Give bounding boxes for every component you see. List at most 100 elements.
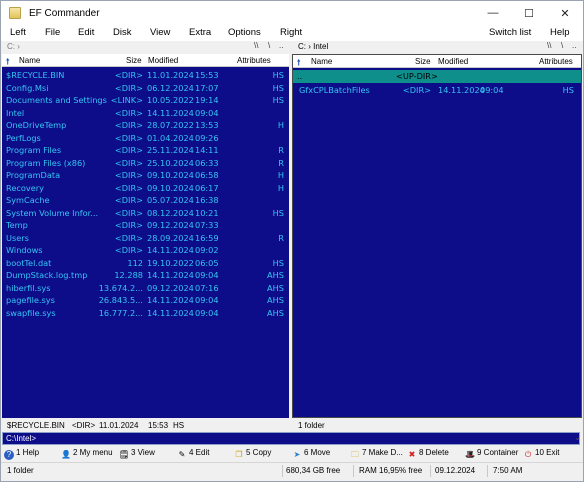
menu-disk[interactable]: Disk xyxy=(113,27,131,38)
file-row[interactable]: Config.Msi <DIR> 06.12.2024 17:07 HS xyxy=(2,82,289,95)
file-time: 15:53 xyxy=(195,70,219,80)
file-attributes: AHS xyxy=(267,295,284,305)
right-backslash-button[interactable]: \ xyxy=(561,41,563,50)
right-path-bar: C: › Intel \\ \ .. xyxy=(292,41,583,53)
info-attr: HS xyxy=(173,421,185,430)
file-row[interactable]: ProgramData <DIR> 09.10.2024 06:58 H xyxy=(2,169,289,182)
file-attributes: R xyxy=(278,157,284,168)
right-info-line: 1 folder xyxy=(292,420,583,432)
file-row[interactable]: Recovery <DIR> 09.10.2024 06:17 H xyxy=(2,182,289,195)
right-parent-button[interactable]: .. xyxy=(572,41,576,50)
file-size: <DIR> xyxy=(114,132,143,143)
menu-extra[interactable]: Extra xyxy=(189,27,211,38)
menu-help[interactable]: Help xyxy=(550,27,570,38)
file-row[interactable]: GfxCPLBatchFiles <DIR> 14.11.2024 09:04 HS xyxy=(293,84,581,97)
menu-file[interactable]: File xyxy=(45,27,60,38)
right-file-panel[interactable]: 🠕 Name Size Modified Attributes .. <UP-D… xyxy=(292,54,582,418)
menu-edit[interactable]: Edit xyxy=(78,27,94,38)
updir-row[interactable]: .. <UP-DIR> xyxy=(293,70,581,83)
f6-move-button[interactable]: ➤ 6 Move xyxy=(292,448,331,460)
file-row[interactable]: bootTel.dat 112 19.10.2022 06:05 HS xyxy=(2,257,289,270)
maximize-button[interactable]: ☐ xyxy=(511,1,547,25)
left-path[interactable]: C: › xyxy=(7,42,20,51)
file-name: Intel xyxy=(6,107,25,118)
command-line-input[interactable]: C:\Intel> xyxy=(2,432,580,445)
sort-up-icon[interactable]: 🠕 xyxy=(297,57,300,71)
f3-view-button[interactable]: 🗒 3 View xyxy=(119,448,155,460)
file-row[interactable]: Temp <DIR> 09.12.2024 07:33 xyxy=(2,219,289,232)
file-row[interactable]: Users <DIR> 28.09.2024 16:59 R xyxy=(2,232,289,245)
file-name: Recovery xyxy=(6,182,44,193)
menu-options[interactable]: Options xyxy=(228,27,261,38)
file-row[interactable]: OneDriveTemp <DIR> 28.07.2022 13:53 H xyxy=(2,119,289,132)
f10-exit-button[interactable]: ⏻ 10 Exit xyxy=(523,448,560,460)
f2-my-menu-button[interactable]: 👤 2 My menu xyxy=(61,448,113,460)
file-time: 06:33 xyxy=(195,157,219,168)
file-name: ProgramData xyxy=(6,170,61,180)
file-row[interactable]: pagefile.sys 26.843.5... 14.11.2024 09:04 AH… xyxy=(2,294,289,307)
menu-switch-list[interactable]: Switch list xyxy=(489,27,531,38)
right-root-button[interactable]: \\ xyxy=(547,41,551,50)
title-bar: EF Commander — ☐ ✕ xyxy=(1,1,583,25)
right-path[interactable]: C: › Intel xyxy=(298,42,328,51)
close-button[interactable]: ✕ xyxy=(547,1,583,25)
file-row[interactable]: Documents and Settings <LINK> 10.05.2022 19… xyxy=(2,94,289,107)
file-row[interactable]: System Volume Infor... <DIR> 08.12.2024 10:… xyxy=(2,207,289,220)
sort-up-icon[interactable]: 🠕 xyxy=(6,56,9,70)
command-history-chevron-icon[interactable]: ⌄ xyxy=(574,433,581,442)
file-row[interactable]: SymCache <DIR> 05.07.2024 16:38 xyxy=(2,194,289,207)
file-row[interactable]: hiberfil.sys 13.674.2... 09.12.2024 07:16 AH… xyxy=(2,282,289,295)
file-date: 14.11.2024 xyxy=(147,245,194,255)
left-file-panel[interactable]: 🠕 Name Size Modified Attributes $RECYCLE… xyxy=(2,54,289,418)
f7-make-dir-button[interactable]: 🗀 7 Make D... xyxy=(350,448,403,460)
help-icon: ? xyxy=(4,450,14,460)
file-row[interactable]: $RECYCLE.BIN <DIR> 11.01.2024 15:53 HS xyxy=(2,69,289,82)
info-size: <DIR> xyxy=(72,421,96,430)
file-time: 06:05 xyxy=(195,257,219,268)
menu-right[interactable]: Right xyxy=(280,27,302,38)
status-ram: RAM 16,95% free xyxy=(359,466,423,475)
column-attributes[interactable]: Attributes xyxy=(237,56,271,65)
file-row[interactable]: DumpStack.log.tmp 12.288 14.11.2024 09:04 AH… xyxy=(2,269,289,282)
column-name[interactable]: Name xyxy=(19,56,40,65)
menu-left[interactable]: Left xyxy=(10,27,26,38)
file-row[interactable]: Intel <DIR> 14.11.2024 09:04 xyxy=(2,107,289,120)
column-attributes[interactable]: Attributes xyxy=(539,57,573,66)
file-row[interactable]: Program Files (x86) <DIR> 25.10.2024 06:33 R xyxy=(2,157,289,170)
right-info-text: 1 folder xyxy=(298,421,325,430)
column-modified[interactable]: Modified xyxy=(438,57,468,66)
ef-commander-window: EF Commander — ☐ ✕ Left File Edit Disk V… xyxy=(0,0,584,482)
file-row[interactable]: Program Files <DIR> 25.11.2024 14:11 R xyxy=(2,144,289,157)
left-path-bar: C: › \\ \ .. xyxy=(1,41,290,53)
file-size: <DIR> xyxy=(114,120,143,130)
status-separator xyxy=(430,465,431,477)
left-backslash-button[interactable]: \ xyxy=(268,41,270,50)
left-parent-button[interactable]: .. xyxy=(279,41,283,50)
file-size: <DIR> xyxy=(114,232,143,243)
minimize-button[interactable]: — xyxy=(475,1,511,25)
f4-edit-button[interactable]: ✎ 4 Edit xyxy=(177,448,210,460)
file-name: Program Files (x86) xyxy=(6,157,86,168)
f5-copy-button[interactable]: ❐ 5 Copy xyxy=(234,448,271,460)
menu-view[interactable]: View xyxy=(150,27,170,38)
file-row[interactable]: swapfile.sys 16.777.2... 14.11.2024 09:04 AH… xyxy=(2,307,289,320)
file-time: 09:04 xyxy=(195,107,219,118)
column-size[interactable]: Size xyxy=(415,57,431,66)
file-size: 12.288 xyxy=(114,270,143,280)
file-size: <DIR> xyxy=(114,107,143,118)
file-date: 14.11.2024 xyxy=(147,270,194,280)
right-panel-header: 🠕 Name Size Modified Attributes xyxy=(293,55,581,68)
f8-delete-button[interactable]: ✖ 8 Delete xyxy=(407,448,449,460)
f1-help-button[interactable]: ? 1 Help xyxy=(4,448,39,460)
column-size[interactable]: Size xyxy=(126,56,142,65)
file-date: 05.07.2024 xyxy=(147,195,194,205)
file-time: 09:04 xyxy=(480,84,504,95)
file-attributes: HS xyxy=(272,82,284,93)
left-root-button[interactable]: \\ xyxy=(254,41,258,50)
file-row[interactable]: Windows <DIR> 14.11.2024 09:02 xyxy=(2,244,289,257)
file-row[interactable]: PerfLogs <DIR> 01.04.2024 09:26 xyxy=(2,132,289,145)
column-name[interactable]: Name xyxy=(311,57,332,66)
column-modified[interactable]: Modified xyxy=(148,56,178,65)
delete-icon: ✖ xyxy=(408,450,416,459)
f9-container-button[interactable]: 🎩 9 Container xyxy=(465,448,518,460)
